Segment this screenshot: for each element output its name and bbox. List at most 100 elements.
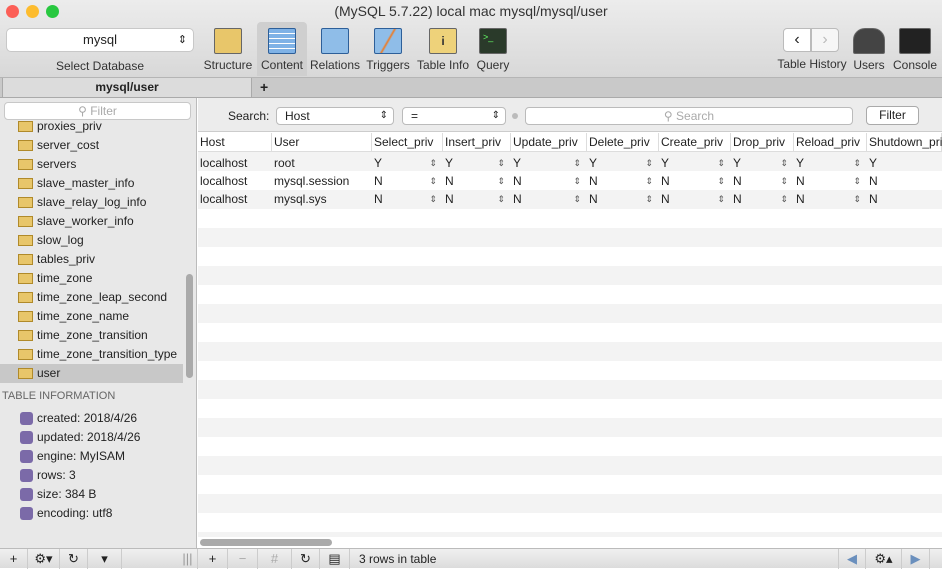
content-button[interactable]: Content (257, 22, 307, 76)
query-button[interactable]: >_ Query (474, 22, 512, 76)
table-info-button[interactable]: i Table Info (415, 22, 471, 76)
previous-page-button[interactable]: ◀ (838, 549, 866, 569)
chevron-updown-icon: ⇕ (853, 194, 861, 204)
sidebar-table-slow-log[interactable]: slow_log (0, 231, 183, 250)
users-button[interactable]: Users (850, 22, 888, 76)
delete-row-button[interactable]: − (228, 549, 258, 569)
search-label: Search: (228, 109, 270, 123)
next-page-button[interactable]: ▶ (902, 549, 930, 569)
history-back-button[interactable]: ‹ (783, 28, 811, 52)
refresh-tables-button[interactable]: ↻ (60, 549, 88, 569)
column-header[interactable]: Drop_priv (731, 133, 794, 152)
table-icon (18, 235, 33, 246)
database-select[interactable]: mysql ⇕ (6, 28, 194, 52)
sidebar-table-user[interactable]: user (0, 364, 183, 383)
sidebar-table-proxies-priv[interactable]: proxies_priv (0, 117, 183, 136)
column-header[interactable]: Insert_priv (443, 133, 511, 152)
table-name: user (37, 366, 61, 380)
filter-button[interactable]: Filter (866, 106, 919, 125)
chevron-left-icon: ‹ (794, 31, 800, 48)
column-header[interactable]: Host (198, 133, 272, 152)
label: Table Info (416, 58, 470, 72)
add-tab-button[interactable]: + (260, 78, 268, 97)
table-cell[interactable]: N ⇕ (372, 172, 443, 190)
add-row-button[interactable]: + (198, 549, 228, 569)
sidebar-table-slave-relay-log-info[interactable]: slave_relay_log_info (0, 193, 183, 212)
sidebar-table-server-cost[interactable]: server_cost (0, 136, 183, 155)
toggle-info-button[interactable]: ▾ (88, 549, 122, 569)
table-cell[interactable]: localhost (198, 154, 272, 172)
operator-select[interactable]: = ⇕ (402, 107, 506, 125)
label: Triggers (366, 58, 410, 72)
sidebar-table-time-zone-name[interactable]: time_zone_name (0, 307, 183, 326)
triggers-button[interactable]: Triggers (364, 22, 412, 76)
sidebar-table-time-zone-transition[interactable]: time_zone_transition (0, 326, 183, 345)
search-field-select[interactable]: Host ⇕ (276, 107, 394, 125)
table-cell[interactable]: N ⇕ (794, 190, 867, 208)
table-cell[interactable]: Y ⇕ (731, 154, 794, 172)
sidebar-table-slave-master-info[interactable]: slave_master_info (0, 174, 183, 193)
table-cell[interactable]: N ⇕ (659, 172, 731, 190)
column-header[interactable]: Select_priv (372, 133, 443, 152)
toolbar: (MySQL 5.7.22) local mac mysql/mysql/use… (0, 0, 942, 78)
table-cell[interactable]: N (867, 172, 942, 190)
column-header[interactable]: Shutdown_priv (867, 133, 942, 152)
table-cell[interactable]: Y ⇕ (372, 154, 443, 172)
history-forward-button[interactable]: › (811, 28, 839, 52)
info-text: updated: 2018/4/26 (37, 430, 141, 444)
chevron-updown-icon: ⇕ (429, 194, 437, 204)
relations-button[interactable]: Relations (308, 22, 362, 76)
search-placeholder: Search (676, 109, 715, 123)
console-button[interactable]: Console (892, 22, 938, 76)
tab-mysql-user[interactable]: mysql/user (2, 78, 252, 98)
table-cell[interactable]: N ⇕ (587, 190, 659, 208)
resize-handle[interactable]: ||| (178, 549, 198, 569)
table-cell[interactable]: N ⇕ (443, 172, 511, 190)
table-cell[interactable]: N ⇕ (587, 172, 659, 190)
table-name: servers (37, 157, 77, 171)
gear-icon[interactable]: ⚙▾ (28, 549, 60, 569)
sidebar-table-time-zone-leap-second[interactable]: time_zone_leap_second (0, 288, 183, 307)
table-cell[interactable]: N ⇕ (659, 190, 731, 208)
column-header[interactable]: Delete_priv (587, 133, 659, 152)
table-cell[interactable]: N ⇕ (511, 190, 587, 208)
sidebar-scrollbar[interactable] (186, 274, 193, 378)
table-cell[interactable]: mysql.sys (272, 190, 372, 208)
table-cell[interactable]: N ⇕ (794, 172, 867, 190)
table-cell[interactable]: N ⇕ (372, 190, 443, 208)
table-cell[interactable]: N ⇕ (731, 190, 794, 208)
sidebar-table-slave-worker-info[interactable]: slave_worker_info (0, 212, 183, 231)
search-icon: ⚲ (78, 104, 91, 118)
duplicate-row-button[interactable]: # (258, 549, 292, 569)
table-cell[interactable]: Y ⇕ (587, 154, 659, 172)
sidebar-table-servers[interactable]: servers (0, 155, 183, 174)
search-input[interactable]: ⚲ Search (525, 107, 853, 125)
sidebar-table-tables-priv[interactable]: tables_priv (0, 250, 183, 269)
table-cell[interactable]: localhost (198, 190, 272, 208)
table-cell[interactable]: N ⇕ (731, 172, 794, 190)
pagination-gear-icon[interactable]: ⚙▴ (866, 549, 902, 569)
column-header[interactable]: Update_priv (511, 133, 587, 152)
table-cell[interactable]: mysql.session (272, 172, 372, 190)
cell-value: Y (869, 156, 878, 170)
table-cell[interactable]: Y ⇕ (794, 154, 867, 172)
export-icon[interactable]: ▤ (320, 549, 350, 569)
table-cell[interactable]: Y ⇕ (511, 154, 587, 172)
structure-button[interactable]: Structure (200, 22, 256, 76)
table-cell[interactable]: root (272, 154, 372, 172)
sidebar-table-time-zone-transition-type[interactable]: time_zone_transition_type (0, 345, 183, 364)
table-cell[interactable]: localhost (198, 172, 272, 190)
table-cell[interactable]: Y ⇕ (443, 154, 511, 172)
add-table-button[interactable]: + (0, 549, 28, 569)
column-header[interactable]: User (272, 133, 372, 152)
table-cell[interactable]: N (867, 190, 942, 208)
horizontal-scrollbar[interactable] (200, 539, 332, 546)
column-header[interactable]: Create_priv (659, 133, 731, 152)
table-cell[interactable]: Y ⇕ (659, 154, 731, 172)
column-header[interactable]: Reload_priv (794, 133, 867, 152)
refresh-button[interactable]: ↻ (292, 549, 320, 569)
sidebar-table-time-zone[interactable]: time_zone (0, 269, 183, 288)
table-cell[interactable]: N ⇕ (443, 190, 511, 208)
table-cell[interactable]: N ⇕ (511, 172, 587, 190)
table-cell[interactable]: Y (867, 154, 942, 172)
